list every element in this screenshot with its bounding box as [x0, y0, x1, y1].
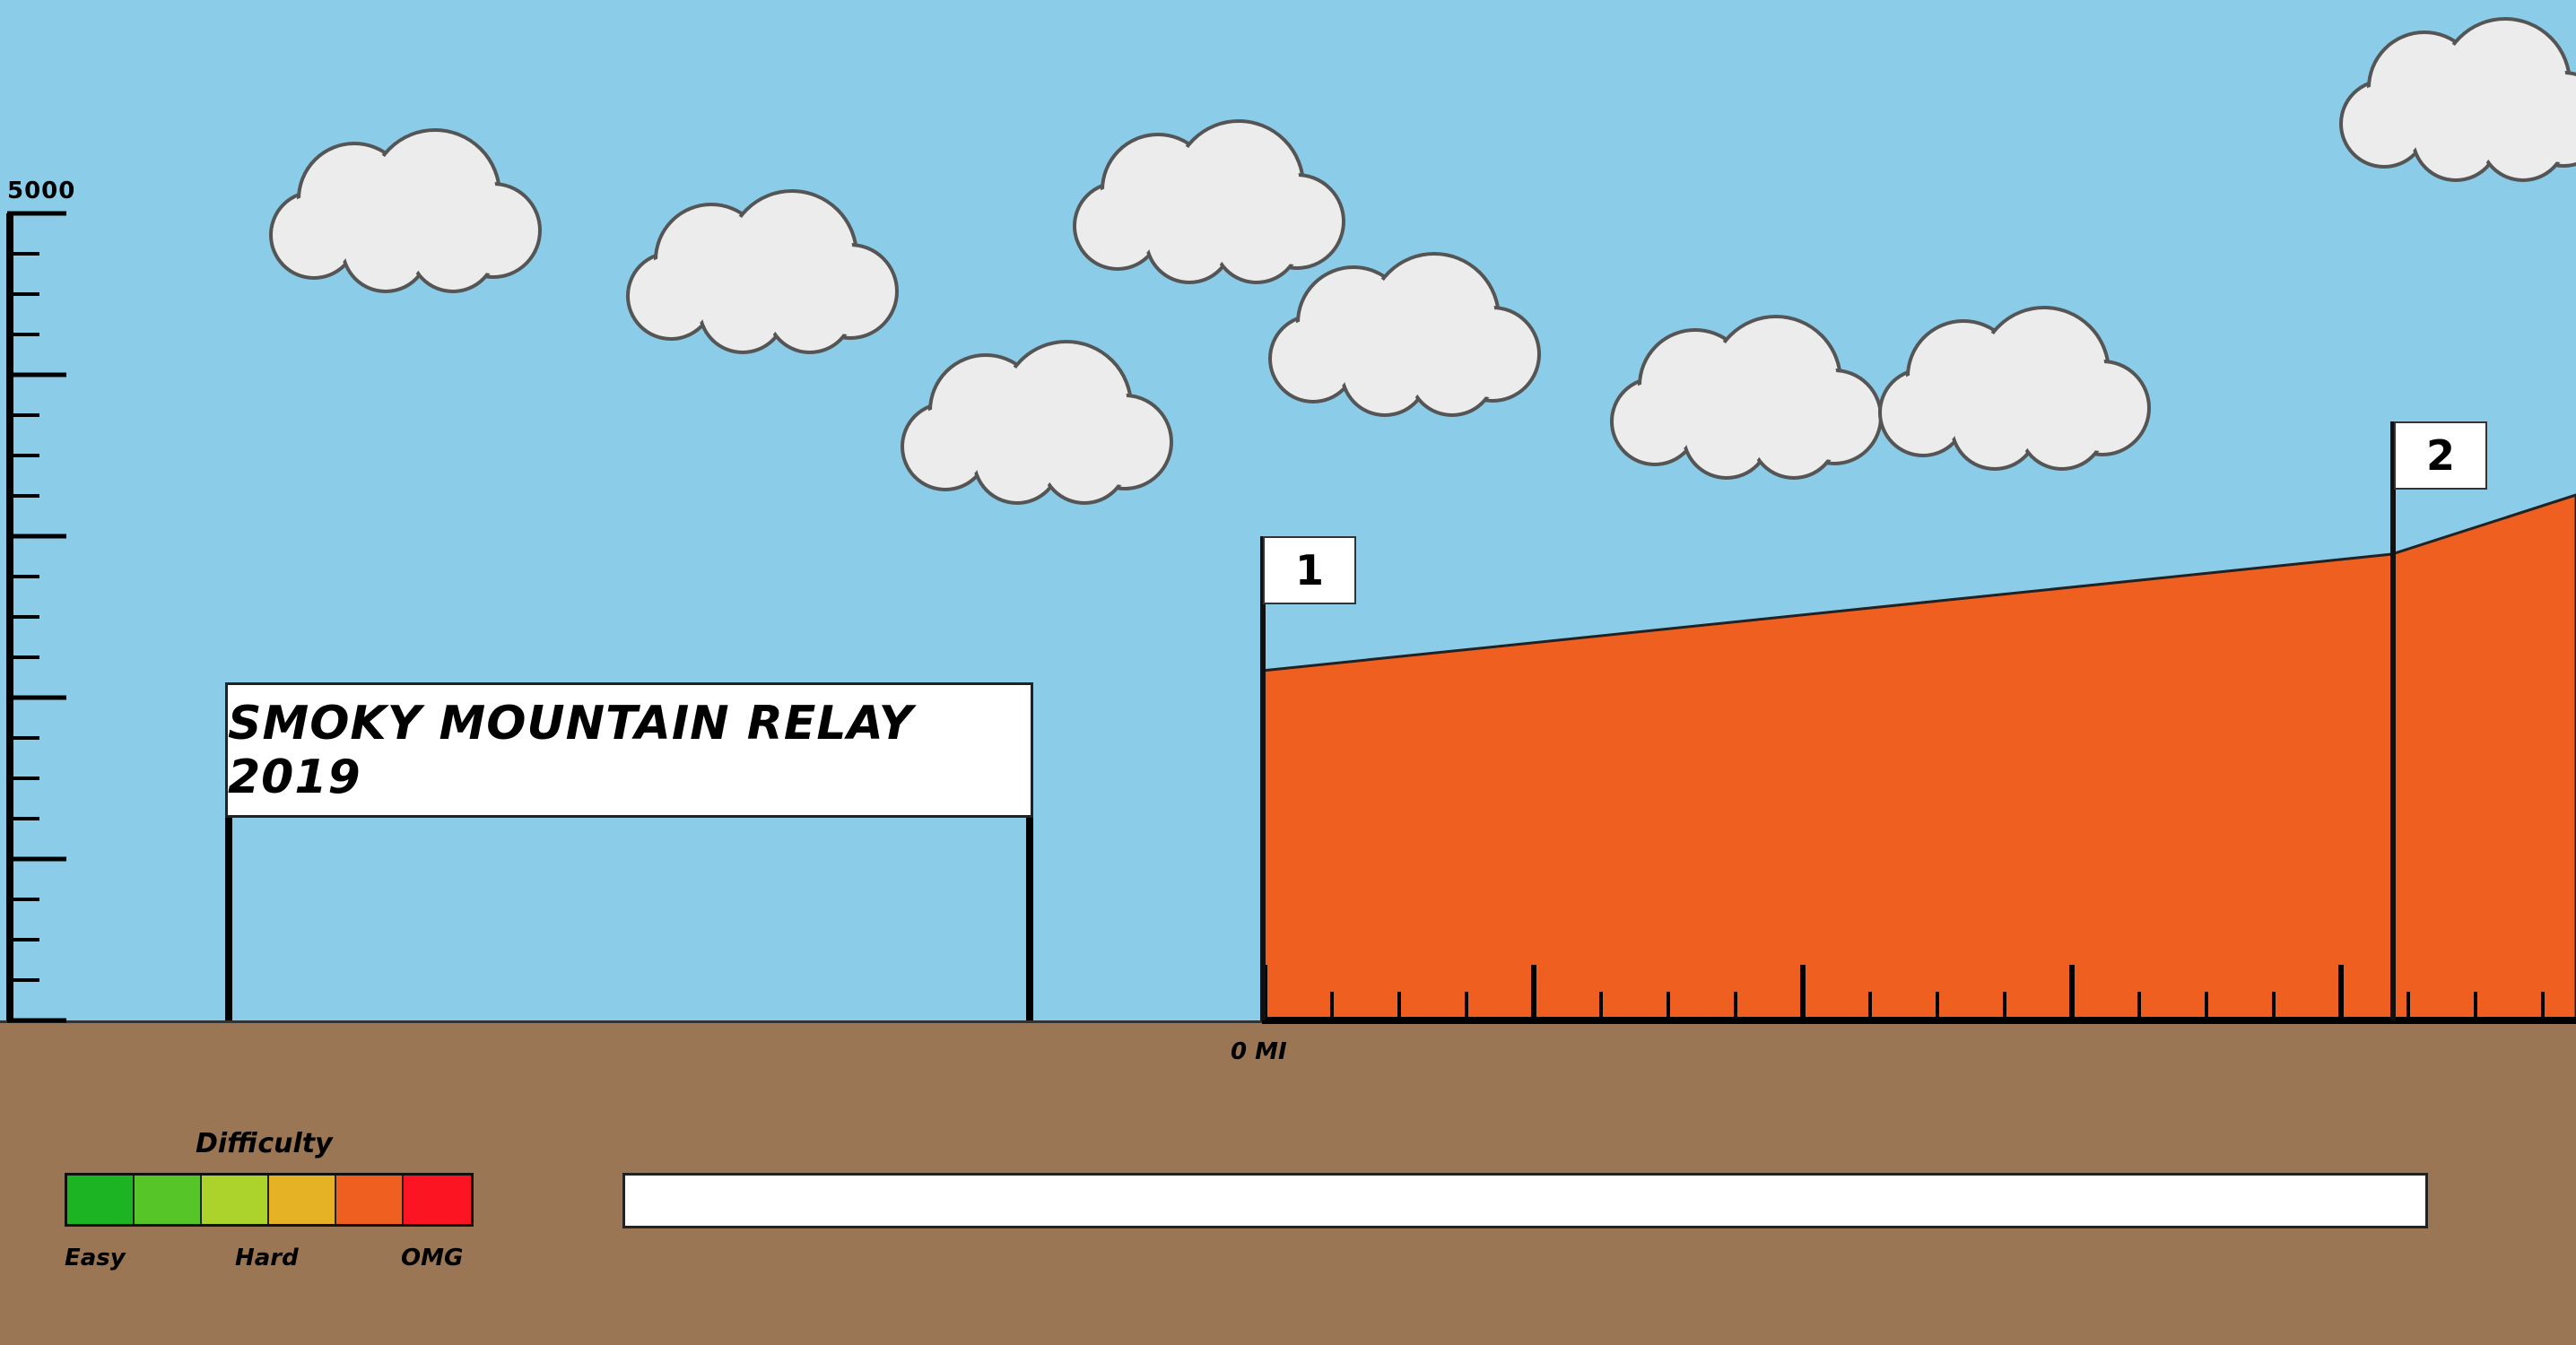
leg-2-flag-pole	[2390, 421, 2396, 1020]
leg-1-profile[interactable]	[1260, 552, 2394, 1022]
leg-2-flag[interactable]: 2	[2394, 421, 2487, 490]
leg-2-profile[interactable]	[2390, 493, 2576, 1022]
cloud-5	[1268, 252, 1541, 417]
relay-scene: 5000 SMOKY MOUNTAIN RELAY 2019 1 2 0 MI …	[0, 0, 2576, 1345]
elevation-profile	[1260, 493, 2576, 1022]
elevation-max-label: 5000	[7, 178, 76, 204]
scene-drawing	[6, 17, 2576, 1024]
progress-bar[interactable]	[622, 1173, 2428, 1228]
cloud-4	[1073, 119, 1345, 284]
difficulty-swatch-2	[135, 1176, 202, 1224]
cloud-7	[1878, 306, 2151, 471]
difficulty-easy-label: Easy	[65, 1245, 126, 1271]
elevation-axis	[6, 211, 66, 1023]
leg-1-flag-label: 1	[1294, 546, 1324, 594]
distance-start-label: 0 MI	[1231, 1038, 1287, 1065]
difficulty-omg-label: OMG	[401, 1245, 464, 1271]
race-title: SMOKY MOUNTAIN RELAY 2019	[228, 696, 914, 804]
difficulty-swatch-4	[269, 1176, 336, 1224]
clouds-group	[269, 17, 2576, 505]
difficulty-swatch-1	[67, 1176, 135, 1224]
leg-1-flag[interactable]: 1	[1263, 536, 1356, 604]
cloud-8	[2339, 17, 2576, 182]
difficulty-swatch-5	[336, 1176, 404, 1224]
cloud-3	[901, 340, 1173, 505]
cloud-2	[626, 189, 899, 354]
difficulty-title: Difficulty	[196, 1128, 333, 1159]
cloud-1	[269, 128, 542, 293]
race-title-banner: SMOKY MOUNTAIN RELAY 2019	[225, 682, 1033, 818]
cloud-6	[1610, 315, 1883, 480]
difficulty-swatch-6	[404, 1176, 471, 1224]
difficulty-scale	[65, 1173, 474, 1227]
difficulty-swatch-3	[202, 1176, 269, 1224]
difficulty-hard-label: Hard	[235, 1245, 299, 1271]
leg-2-flag-label: 2	[2425, 431, 2455, 480]
banner-post-left	[225, 816, 232, 1020]
leg-1-flag-pole	[1260, 536, 1266, 1020]
banner-post-right	[1026, 816, 1033, 1020]
